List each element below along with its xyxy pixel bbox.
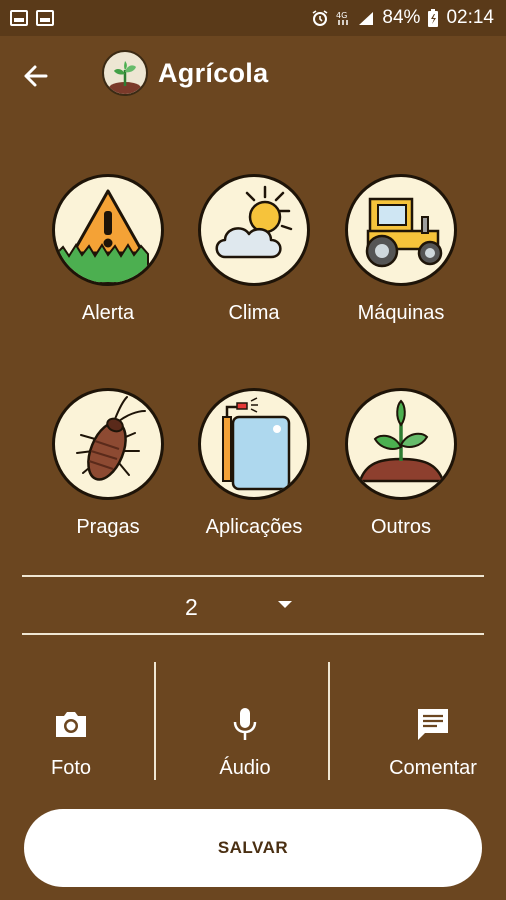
battery-charging-icon bbox=[428, 9, 439, 27]
foto-label: Foto bbox=[50, 757, 92, 779]
arrow-left-icon[interactable] bbox=[16, 56, 56, 96]
comment-icon bbox=[418, 709, 448, 740]
selector-value[interactable]: 2 bbox=[185, 594, 198, 621]
status-bar: 4G 84% 02:14 bbox=[0, 0, 506, 36]
category-clima[interactable]: Clima bbox=[179, 174, 329, 325]
divider bbox=[154, 662, 156, 780]
category-label: Clima bbox=[228, 302, 280, 324]
dropdown-arrow-icon[interactable] bbox=[278, 601, 292, 608]
comentar-button[interactable]: Comentar bbox=[363, 705, 503, 780]
warning-sign-icon bbox=[52, 174, 164, 286]
comentar-label: Comentar bbox=[389, 757, 477, 779]
audio-button[interactable]: Áudio bbox=[175, 705, 315, 780]
selector-top-line bbox=[22, 575, 484, 577]
plant-icon bbox=[345, 388, 457, 500]
save-button[interactable]: SALVAR bbox=[24, 809, 482, 887]
category-aplicacoes[interactable]: Aplicações bbox=[179, 388, 329, 539]
tractor-icon bbox=[345, 174, 457, 286]
status-right: 4G 84% 02:14 bbox=[311, 7, 494, 29]
category-alerta[interactable]: Alerta bbox=[33, 174, 183, 325]
category-maquinas[interactable]: Máquinas bbox=[326, 174, 476, 325]
divider bbox=[328, 662, 330, 780]
category-label: Outros bbox=[370, 516, 432, 538]
alarm-icon bbox=[312, 10, 328, 26]
sprayer-icon bbox=[198, 388, 310, 500]
microphone-icon bbox=[233, 708, 257, 740]
signal-4g-icon: 4G bbox=[336, 11, 349, 25]
app-bar: Agrícola bbox=[0, 36, 506, 116]
wifi-card-icon bbox=[36, 10, 54, 26]
page-title: Agrícola bbox=[158, 58, 269, 88]
sprout-logo-icon bbox=[102, 50, 148, 96]
clock: 02:14 bbox=[446, 7, 494, 28]
svg-text:4G: 4G bbox=[336, 11, 347, 20]
signal-bars-icon bbox=[359, 12, 374, 25]
selector-bottom-line bbox=[22, 633, 484, 635]
category-label: Aplicações bbox=[205, 516, 303, 538]
category-label: Máquinas bbox=[357, 302, 445, 324]
status-left bbox=[10, 10, 54, 26]
battery-percent: 84% bbox=[382, 7, 421, 28]
category-label: Pragas bbox=[76, 516, 140, 538]
category-outros[interactable]: Outros bbox=[326, 388, 476, 539]
image-icon bbox=[10, 10, 28, 26]
category-pragas[interactable]: Pragas bbox=[33, 388, 183, 539]
foto-button[interactable]: Foto bbox=[1, 705, 141, 780]
sun-cloud-icon bbox=[198, 174, 310, 286]
category-label: Alerta bbox=[81, 302, 135, 324]
cockroach-icon bbox=[52, 388, 164, 500]
camera-icon bbox=[56, 712, 86, 737]
audio-label: Áudio bbox=[219, 757, 271, 779]
